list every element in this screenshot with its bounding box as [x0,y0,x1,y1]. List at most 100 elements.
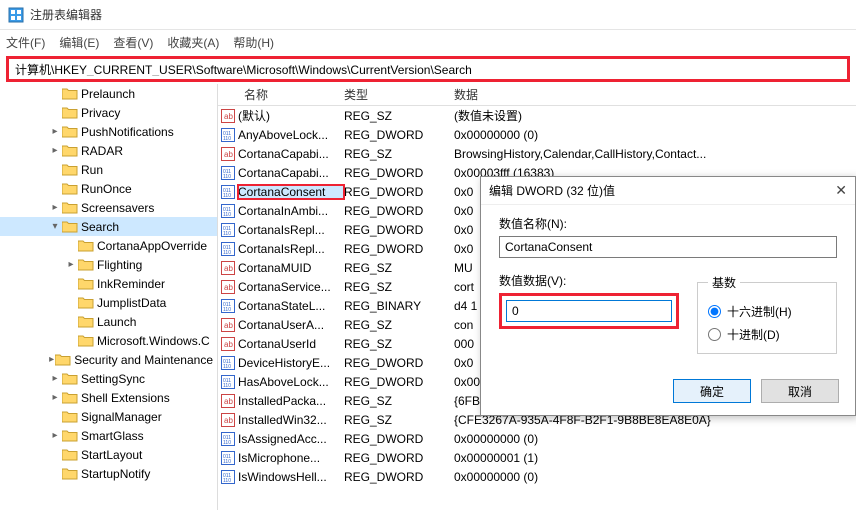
value-name-field[interactable] [499,236,837,258]
value-row[interactable]: 011110IsWindowsHell...REG_DWORD0x0000000… [218,467,856,486]
radix-dec-radio[interactable] [708,328,721,341]
tree-item-security-and-maintenance[interactable]: ▸Security and Maintenance [0,350,217,369]
expand-icon[interactable]: ▸ [48,430,62,441]
tree-item-startlayout[interactable]: StartLayout [0,445,217,464]
value-name: CortanaUserA... [238,318,344,332]
tree-item-search[interactable]: ▾Search [0,217,217,236]
menu-view[interactable]: 查看(V) [113,34,153,51]
string-value-icon: ab [218,337,238,351]
dialog-title: 编辑 DWORD (32 位)值 [489,182,615,199]
tree-item-label: JumplistData [97,296,166,310]
svg-text:110: 110 [223,478,231,484]
tree-item-startupnotify[interactable]: StartupNotify [0,464,217,483]
menubar: 文件(F) 编辑(E) 查看(V) 收藏夹(A) 帮助(H) [0,30,856,54]
value-type: REG_DWORD [344,451,454,465]
value-data: 0x00000000 (0) [454,432,856,446]
tree-view[interactable]: Prelaunch Privacy ▸PushNotifications▸RADAR… [0,84,218,510]
tree-item-label: Flighting [97,258,142,272]
tree-item-smartglass[interactable]: ▸SmartGlass [0,426,217,445]
expand-icon[interactable]: ▸ [48,126,62,137]
tree-item-pushnotifications[interactable]: ▸PushNotifications [0,122,217,141]
tree-item-inkreminder[interactable]: InkReminder [0,274,217,293]
value-name: IsWindowsHell... [238,470,344,484]
dialog-titlebar[interactable]: 编辑 DWORD (32 位)值 ✕ [481,177,855,205]
value-type: REG_SZ [344,394,454,408]
value-type: REG_SZ [344,261,454,275]
menu-file[interactable]: 文件(F) [6,34,45,51]
binary-value-icon: 011110 [218,204,238,218]
col-type[interactable]: 类型 [338,86,448,103]
value-data-field[interactable] [506,300,672,322]
folder-icon [62,220,78,233]
tree-item-prelaunch[interactable]: Prelaunch [0,84,217,103]
expand-icon[interactable]: ▾ [48,221,62,232]
value-name: (默认) [238,107,344,124]
folder-icon [62,125,78,138]
col-data[interactable]: 数据 [448,86,856,103]
value-name: InstalledPacka... [238,394,344,408]
menu-favorites[interactable]: 收藏夹(A) [167,34,219,51]
folder-icon [62,429,78,442]
expand-icon[interactable]: ▸ [48,373,62,384]
radix-hex[interactable]: 十六进制(H) [708,303,826,320]
tree-item-label: Screensavers [81,201,154,215]
expand-icon[interactable]: ▸ [48,354,55,365]
svg-text:ab: ab [224,397,233,406]
expand-icon[interactable]: ▸ [48,392,62,403]
folder-icon [62,182,78,195]
tree-item-label: SignalManager [81,410,162,424]
ok-button[interactable]: 确定 [673,379,751,403]
string-value-icon: ab [218,147,238,161]
menu-help[interactable]: 帮助(H) [233,34,274,51]
menu-edit[interactable]: 编辑(E) [59,34,99,51]
tree-item-label: Run [81,163,103,177]
radix-hex-radio[interactable] [708,305,721,318]
col-name[interactable]: 名称 [218,86,338,103]
expand-icon[interactable]: ▸ [48,202,62,213]
expand-icon[interactable]: ▸ [64,259,78,270]
value-row[interactable]: 011110AnyAboveLock...REG_DWORD0x00000000… [218,125,856,144]
radix-dec[interactable]: 十进制(D) [708,326,826,343]
tree-item-runonce[interactable]: RunOnce [0,179,217,198]
tree-item-settingsync[interactable]: ▸SettingSync [0,369,217,388]
close-icon[interactable]: ✕ [835,182,847,199]
value-type: REG_DWORD [344,204,454,218]
folder-icon [62,372,78,385]
binary-value-icon: 011110 [218,451,238,465]
tree-item-jumplistdata[interactable]: JumplistData [0,293,217,312]
tree-item-flighting[interactable]: ▸ Flighting [0,255,217,274]
tree-item-run[interactable]: Run [0,160,217,179]
tree-item-label: RunOnce [81,182,132,196]
address-bar[interactable] [15,62,841,76]
cancel-button[interactable]: 取消 [761,379,839,403]
value-row[interactable]: 011110IsMicrophone...REG_DWORD0x00000001… [218,448,856,467]
value-row[interactable]: abCortanaCapabi...REG_SZBrowsingHistory,… [218,144,856,163]
tree-item-cortanaappoverride[interactable]: CortanaAppOverride [0,236,217,255]
binary-value-icon: 011110 [218,185,238,199]
folder-icon [78,315,94,328]
app-title: 注册表编辑器 [30,6,102,23]
svg-text:110: 110 [223,364,231,370]
binary-value-icon: 011110 [218,432,238,446]
tree-item-radar[interactable]: ▸RADAR [0,141,217,160]
folder-icon [62,163,78,176]
tree-item-launch[interactable]: Launch [0,312,217,331]
tree-item-microsoft-windows-c[interactable]: Microsoft.Windows.C [0,331,217,350]
string-value-icon: ab [218,280,238,294]
tree-item-privacy[interactable]: Privacy [0,103,217,122]
tree-item-shell-extensions[interactable]: ▸ Shell Extensions [0,388,217,407]
tree-item-label: Shell Extensions [81,391,170,405]
tree-item-label: Launch [97,315,136,329]
value-type: REG_DWORD [344,128,454,142]
svg-text:ab: ab [224,416,233,425]
value-row[interactable]: ab(默认)REG_SZ(数值未设置) [218,106,856,125]
svg-text:ab: ab [224,264,233,273]
radix-group: 基数 十六进制(H) 十进制(D) [697,274,837,354]
value-row[interactable]: 011110IsAssignedAcc...REG_DWORD0x0000000… [218,429,856,448]
expand-icon[interactable]: ▸ [48,145,62,156]
tree-item-screensavers[interactable]: ▸ Screensavers [0,198,217,217]
tree-item-label: Privacy [81,106,120,120]
tree-item-signalmanager[interactable]: SignalManager [0,407,217,426]
string-value-icon: ab [218,318,238,332]
binary-value-icon: 011110 [218,166,238,180]
